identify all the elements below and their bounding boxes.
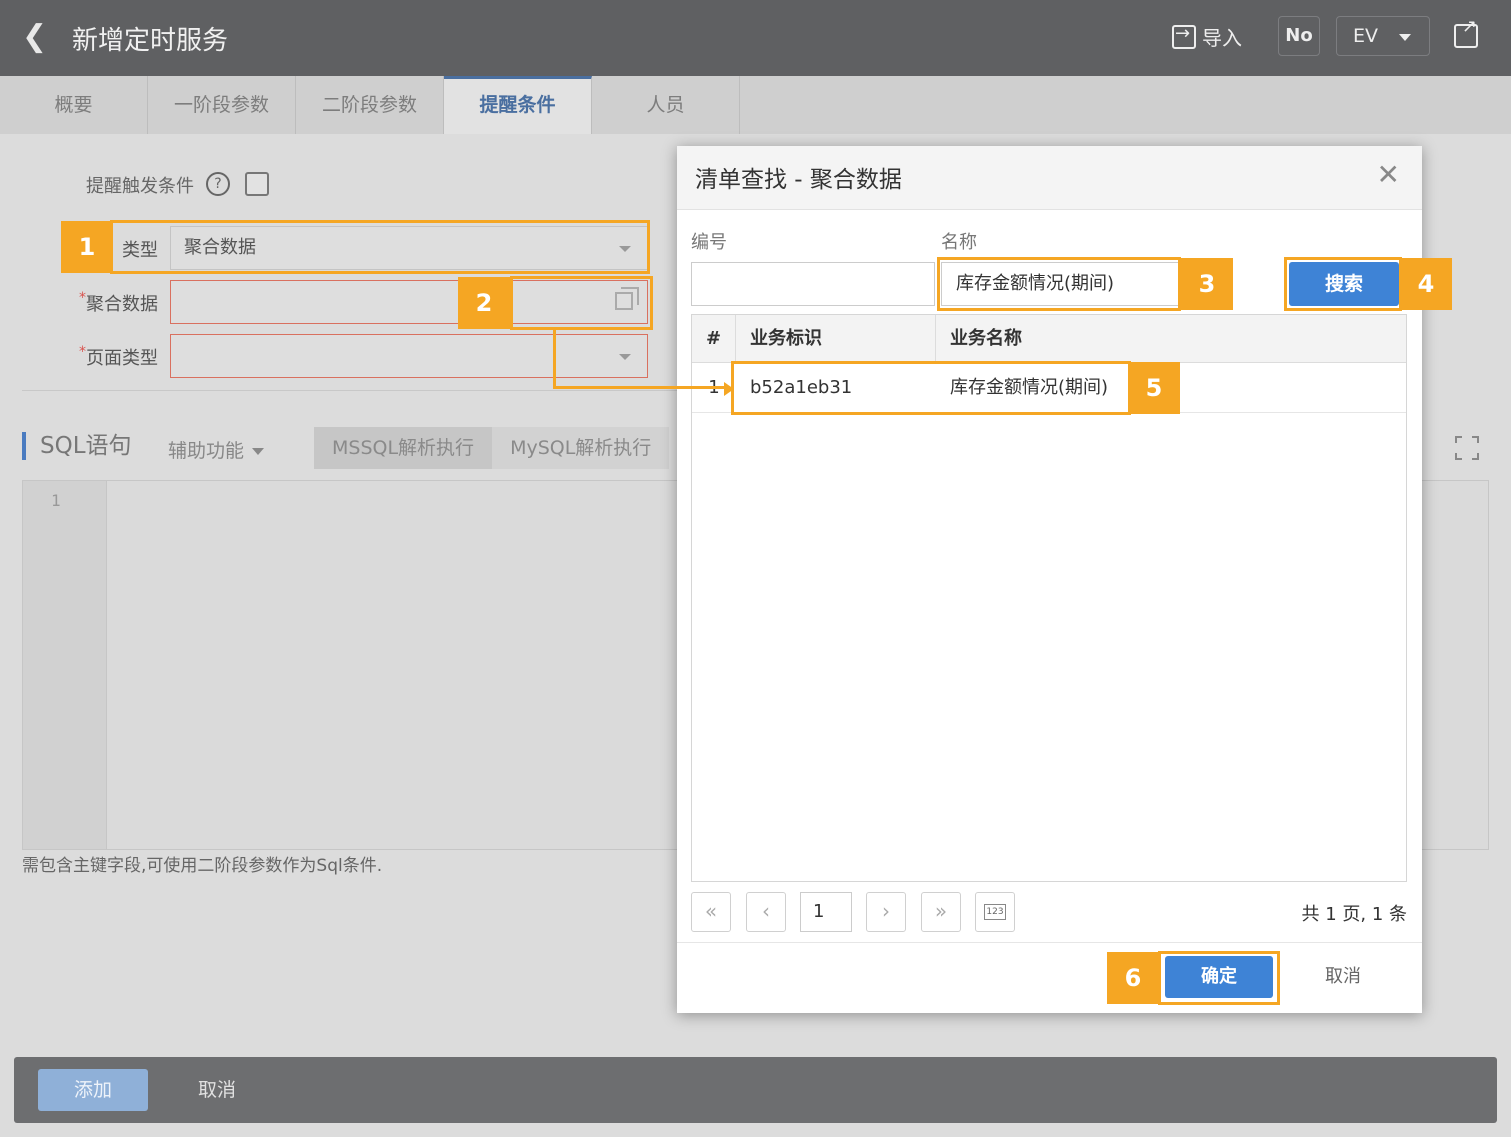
- annotation-highlight-5: [731, 361, 1131, 415]
- tab-personnel[interactable]: 人员: [592, 76, 740, 134]
- back-arrow-icon[interactable]: ❮: [22, 22, 47, 52]
- annotation-badge-1: 1: [61, 221, 113, 273]
- page-number-input[interactable]: 1: [800, 892, 852, 932]
- form-divider: [22, 390, 682, 391]
- dropdown-caret-icon: [619, 354, 631, 360]
- annotation-badge-3: 3: [1181, 258, 1233, 310]
- annotation-connector-vertical: [553, 330, 556, 388]
- mssql-exec-button[interactable]: MSSQL解析执行: [314, 427, 493, 469]
- prev-page-button[interactable]: ‹: [746, 892, 786, 932]
- fullscreen-icon[interactable]: [1455, 436, 1479, 460]
- annotation-badge-4: 4: [1400, 258, 1452, 310]
- language-dropdown[interactable]: EV: [1336, 16, 1430, 56]
- top-bar: ❮ 新增定时服务 导入 No EV: [0, 0, 1511, 76]
- pagination: « ‹ 1 › » 123 共 1 页, 1 条: [691, 892, 1407, 934]
- annotation-badge-5: 5: [1128, 362, 1180, 414]
- caret-down-icon: [252, 448, 265, 455]
- page-size-icon: 123: [984, 904, 1006, 920]
- import-icon: [1172, 23, 1196, 49]
- tab-bar: 概要 一阶段参数 二阶段参数 提醒条件 人员: [0, 76, 1511, 134]
- dialog-cancel-button[interactable]: 取消: [1325, 956, 1361, 998]
- line-number: 1: [51, 491, 61, 510]
- share-icon[interactable]: [1454, 16, 1478, 48]
- bottom-action-bar: 添加 取消: [14, 1057, 1497, 1123]
- tab-reminder-conditions[interactable]: 提醒条件: [444, 76, 592, 134]
- name-label: 名称: [941, 232, 977, 253]
- annotation-badge-2: 2: [458, 277, 510, 329]
- dialog-footer-divider: [677, 942, 1422, 943]
- tab-stage-one-params[interactable]: 一阶段参数: [148, 76, 296, 134]
- sql-hint: 需包含主键字段,可使用二阶段参数作为Sql条件.: [22, 856, 383, 876]
- editor-gutter: [23, 481, 107, 849]
- next-page-button[interactable]: ›: [866, 892, 906, 932]
- page-type-select[interactable]: [170, 334, 648, 378]
- sql-section-title: SQL语句: [22, 432, 132, 460]
- assist-dropdown[interactable]: 辅助功能: [168, 436, 265, 463]
- annotation-connector-horizontal: [553, 386, 725, 389]
- trigger-condition-label: 提醒触发条件: [86, 176, 194, 197]
- exec-button-group: MSSQL解析执行 MySQL解析执行: [314, 427, 670, 469]
- grid-header: # 业务标识 业务名称: [692, 315, 1406, 363]
- number-button[interactable]: No: [1278, 16, 1320, 56]
- tab-stage-two-params[interactable]: 二阶段参数: [296, 76, 444, 134]
- close-icon[interactable]: ✕: [1377, 160, 1400, 190]
- column-header-index: #: [692, 315, 736, 363]
- language-label: EV: [1353, 25, 1379, 47]
- last-page-button[interactable]: »: [921, 892, 961, 932]
- annotation-badge-6: 6: [1107, 952, 1159, 1004]
- column-header-name[interactable]: 业务名称: [936, 315, 1406, 363]
- aggregate-data-label: *聚合数据: [79, 290, 158, 315]
- tab-overview[interactable]: 概要: [0, 76, 148, 134]
- code-label: 编号: [691, 232, 727, 253]
- annotation-highlight-2: [510, 276, 653, 330]
- code-input[interactable]: [691, 262, 935, 306]
- mysql-exec-button[interactable]: MySQL解析执行: [492, 427, 670, 469]
- column-header-id[interactable]: 业务标识: [736, 315, 936, 363]
- caret-down-icon: [1399, 34, 1411, 41]
- page-title: 新增定时服务: [72, 26, 229, 56]
- dialog-header: 清单查找 - 聚合数据 ✕: [677, 146, 1422, 210]
- annotation-highlight-6: [1158, 951, 1280, 1005]
- import-label: 导入: [1202, 26, 1242, 50]
- page-info: 共 1 页, 1 条: [1301, 904, 1407, 925]
- annotation-highlight-4: [1284, 257, 1402, 311]
- import-button[interactable]: 导入: [1172, 22, 1242, 51]
- trigger-condition-checkbox[interactable]: [245, 172, 269, 196]
- annotation-highlight-3: [937, 257, 1181, 311]
- first-page-button[interactable]: «: [691, 892, 731, 932]
- page-type-label: *页面类型: [79, 344, 158, 369]
- annotation-highlight-1: [110, 220, 650, 274]
- cancel-button[interactable]: 取消: [198, 1069, 236, 1111]
- dialog-title: 清单查找 - 聚合数据: [695, 167, 902, 193]
- add-button[interactable]: 添加: [38, 1069, 148, 1111]
- page-size-button[interactable]: 123: [975, 892, 1015, 932]
- help-icon[interactable]: ?: [206, 172, 230, 196]
